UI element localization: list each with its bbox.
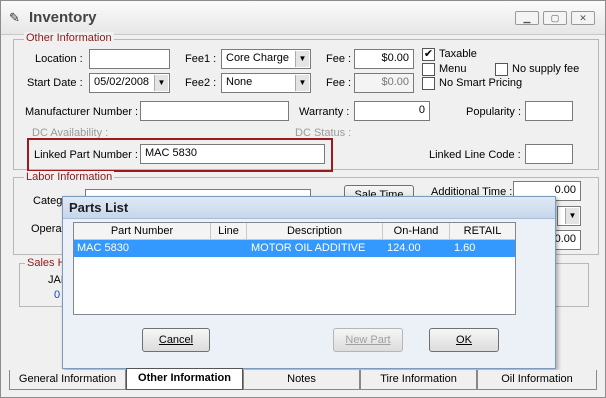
title-bar: ✎ Inventory ▁ ▢ ✕ — [1, 1, 605, 35]
start-date-value: 05/02/2008 — [94, 76, 150, 88]
category-label: Categ — [33, 195, 63, 207]
col-description[interactable]: Description — [247, 223, 383, 240]
fee-label-2: Fee : — [326, 77, 352, 89]
operation-label: Operat — [31, 223, 65, 235]
linked-part-number-label: Linked Part Number : — [34, 149, 138, 161]
taxable-label: Taxable — [439, 48, 477, 60]
manufacturer-number-label: Manufacturer Number : — [25, 106, 139, 118]
window-title: Inventory — [29, 9, 97, 26]
close-button[interactable]: ✕ — [571, 11, 595, 25]
linked-part-number-input[interactable]: MAC 5830 — [140, 144, 325, 164]
col-retail[interactable]: RETAIL — [450, 223, 515, 240]
parts-list-title-bar: Parts List — [63, 197, 555, 219]
tab-notes[interactable]: Notes — [243, 370, 360, 390]
row-description: MOTOR OIL ADDITIVE — [251, 242, 366, 254]
fee2-value: None — [226, 76, 253, 88]
maximize-button[interactable]: ▢ — [543, 11, 567, 25]
cancel-button[interactable]: Cancel — [142, 328, 210, 352]
no-smart-pricing-label: No Smart Pricing — [439, 77, 523, 89]
tab-oil-information[interactable]: Oil Information — [477, 370, 597, 390]
linked-line-code-label: Linked Line Code : — [429, 149, 521, 161]
location-label: Location : — [35, 53, 83, 65]
fee-input-1[interactable]: $0.00 — [354, 49, 414, 69]
labor-dropdown-icon[interactable]: ▼ — [565, 208, 579, 224]
parts-grid: Part Number Line Description On-Hand RET… — [73, 222, 516, 315]
fee-input-2[interactable]: $0.00 — [354, 73, 414, 93]
fee1-select[interactable]: Core Charge ▼ — [221, 49, 311, 69]
no-smart-pricing-checkbox[interactable] — [422, 77, 435, 90]
new-part-button[interactable]: New Part — [333, 328, 403, 352]
row-part-number: MAC 5830 — [77, 242, 129, 254]
tab-general-information[interactable]: General Information — [9, 370, 126, 390]
no-supply-fee-label: No supply fee — [512, 63, 580, 75]
menu-checkbox[interactable] — [422, 63, 435, 76]
tab-other-information[interactable]: Other Information — [126, 368, 243, 390]
manufacturer-number-input[interactable] — [140, 101, 289, 121]
sales-month-value: 0 — [54, 289, 61, 301]
table-row[interactable]: MAC 5830 MOTOR OIL ADDITIVE 124.00 1.60 — [74, 240, 515, 257]
other-information-legend: Other Information — [24, 32, 114, 44]
menu-label: Menu — [439, 63, 467, 75]
taxable-checkbox[interactable]: ✔ — [422, 48, 435, 61]
ok-label: OK — [456, 334, 472, 346]
popularity-label: Popularity : — [466, 106, 522, 118]
fee2-label: Fee2 : — [185, 77, 217, 89]
labor-information-legend: Labor Information — [24, 171, 115, 183]
col-on-hand[interactable]: On-Hand — [383, 223, 450, 240]
popularity-input[interactable] — [525, 101, 573, 121]
col-line[interactable]: Line — [211, 223, 247, 240]
fee1-value: Core Charge — [226, 52, 289, 64]
col-part-number[interactable]: Part Number — [74, 223, 211, 240]
cancel-label: Cancel — [158, 334, 194, 346]
tab-tire-information[interactable]: Tire Information — [360, 370, 477, 390]
labor-select[interactable]: ▼ — [557, 206, 581, 226]
row-retail: 1.60 — [454, 242, 476, 254]
tab-strip: General Information Other Information No… — [9, 368, 599, 390]
new-part-label: New Part — [345, 334, 391, 346]
parts-grid-header: Part Number Line Description On-Hand RET… — [74, 223, 515, 240]
fee1-dropdown-icon[interactable]: ▼ — [295, 51, 309, 67]
start-date-input[interactable]: 05/02/2008 ▼ — [89, 73, 170, 93]
location-input[interactable] — [89, 49, 170, 69]
row-on-hand: 124.00 — [387, 242, 421, 254]
warranty-label: Warranty : — [299, 106, 350, 118]
fee-label-1: Fee : — [326, 53, 352, 65]
fee2-select[interactable]: None ▼ — [221, 73, 311, 93]
fee2-dropdown-icon[interactable]: ▼ — [295, 75, 309, 91]
inventory-window: ✎ Inventory ▁ ▢ ✕ Other Information Loca… — [0, 0, 606, 398]
warranty-input[interactable]: 0 — [354, 101, 430, 121]
no-supply-fee-checkbox[interactable] — [495, 63, 508, 76]
parts-list-title: Parts List — [69, 200, 129, 215]
ok-button[interactable]: OK — [429, 328, 499, 352]
start-date-label: Start Date : — [27, 77, 83, 89]
start-date-dropdown-icon[interactable]: ▼ — [154, 75, 168, 91]
minimize-button[interactable]: ▁ — [515, 11, 539, 25]
parts-list-dialog: Parts List Part Number Line Description … — [62, 196, 556, 369]
linked-line-code-input[interactable] — [525, 144, 573, 164]
fee1-label: Fee1 : — [185, 53, 217, 65]
app-icon: ✎ — [9, 10, 20, 25]
